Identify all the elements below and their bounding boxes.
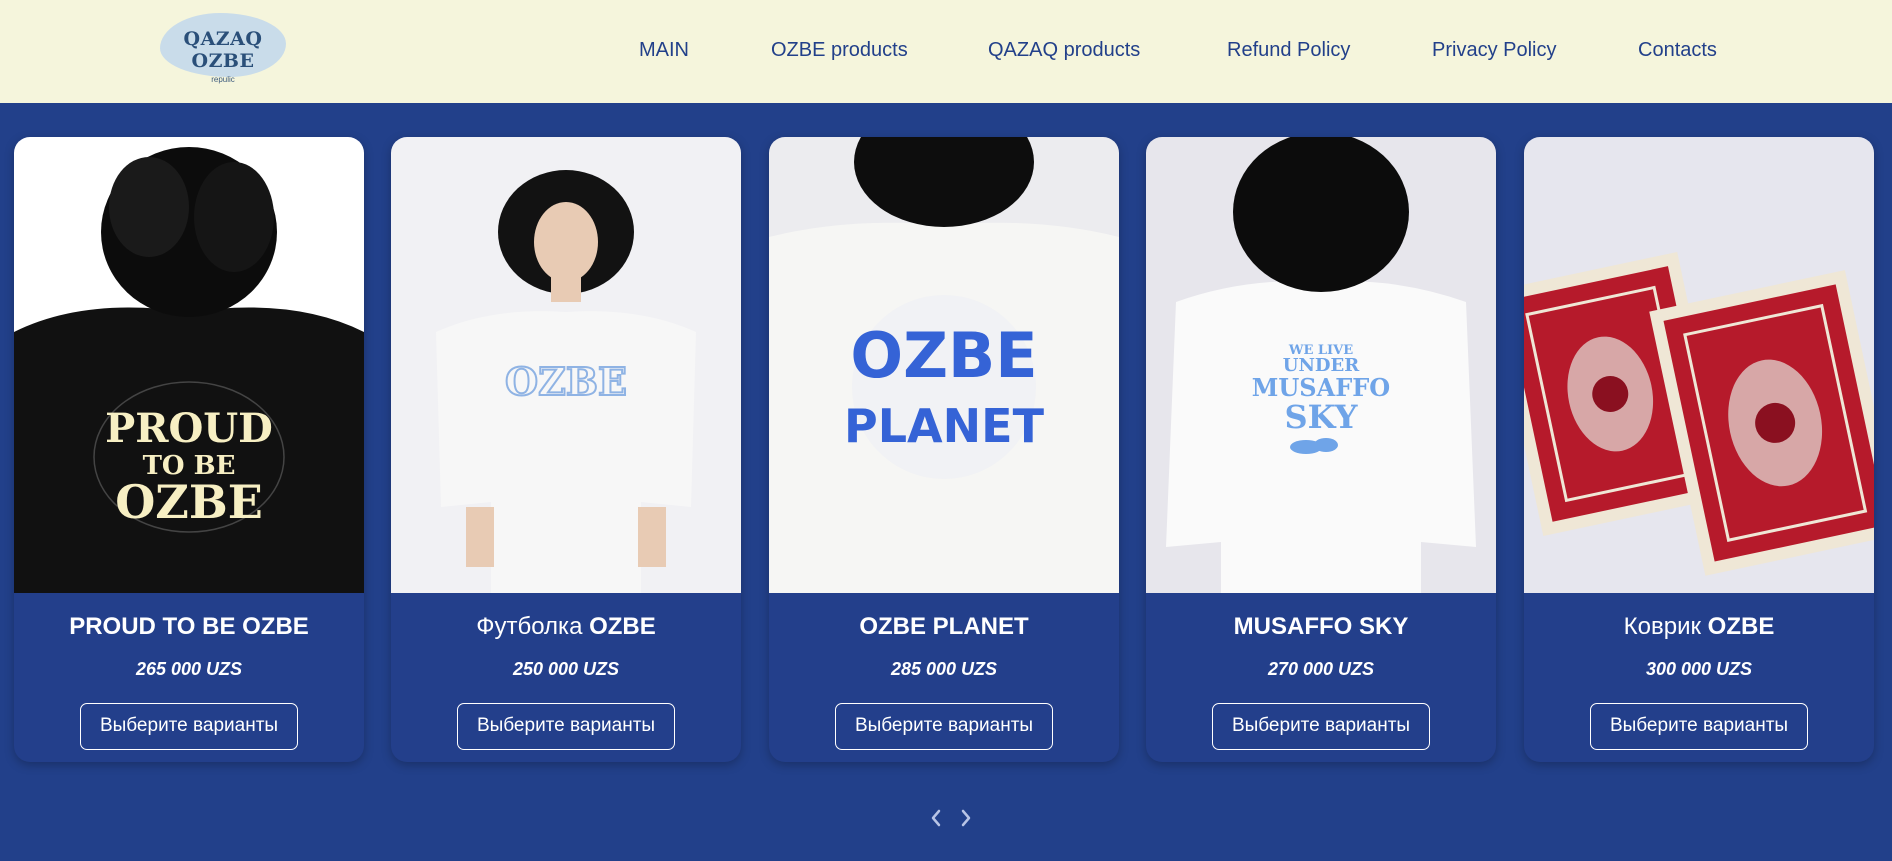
choose-options-label: Выберите варианты [99, 715, 279, 736]
product-image[interactable]: OZBE PLANET [769, 137, 1119, 593]
nav-item-contacts[interactable]: Contacts [1638, 39, 1717, 62]
product-image[interactable]: OZBE [391, 137, 741, 593]
nav-item-ozbe-products[interactable]: OZBE products [771, 39, 908, 62]
product-title[interactable]: MUSAFFO SKY [1146, 613, 1496, 641]
product-card-musaffo-sky[interactable]: WE LIVE UNDER MUSAFFO SKY MUSAFFO SKY 27… [1146, 137, 1496, 762]
choose-options-label: Выберите варианты [1231, 715, 1411, 736]
carousel-arrows [926, 806, 976, 830]
hair-shape [1233, 137, 1409, 292]
product-price: 300 000 UZS [1645, 659, 1753, 679]
product-card-futbolka-ozbe[interactable]: OZBE Футболка OZBE 250 000 UZS Выберите … [391, 137, 741, 762]
choose-options-button[interactable]: Выберите варианты [1590, 703, 1808, 750]
product-image[interactable] [1524, 137, 1874, 593]
choose-options-label: Выберите варианты [1609, 715, 1789, 736]
choose-options-label: Выберите варианты [476, 715, 656, 736]
print-line-1: OZBE [505, 359, 627, 404]
product-price: 285 000 UZS [890, 659, 998, 679]
nav-item-qazaq-products[interactable]: QAZAQ products [988, 39, 1140, 62]
choose-options-button[interactable]: Выберите варианты [80, 703, 298, 750]
product-title-bold: PROUD TO BE OZBE [69, 613, 309, 640]
product-title[interactable]: OZBE PLANET [769, 613, 1119, 641]
print-line-2: PLANET [844, 399, 1045, 453]
product-title-bold: MUSAFFO SKY [1233, 613, 1409, 640]
choose-options-label: Выберите варианты [854, 715, 1034, 736]
product-card-ozbe-planet[interactable]: OZBE PLANET OZBE PLANET 285 000 UZS Выбе… [769, 137, 1119, 762]
product-title-bold: OZBE [1707, 613, 1775, 640]
carousel-next-button[interactable] [956, 806, 976, 830]
nav-item-refund-policy[interactable]: Refund Policy [1227, 39, 1350, 62]
site-header: QAZAQ OZBE repulic MAIN OZBE products QA… [0, 0, 1892, 103]
print-line-1: PROUD [105, 405, 273, 452]
product-title[interactable]: Коврик OZBE [1524, 613, 1874, 641]
product-image[interactable]: WE LIVE UNDER MUSAFFO SKY [1146, 137, 1496, 593]
carousel-prev-button[interactable] [926, 806, 946, 830]
product-price: 270 000 UZS [1267, 659, 1375, 679]
product-image[interactable]: PROUD TO BE OZBE [14, 137, 364, 593]
chevron-right-icon [961, 809, 971, 827]
product-title-plain: Коврик [1623, 613, 1708, 640]
print-line-4: SKY [1285, 398, 1359, 436]
product-title[interactable]: PROUD TO BE OZBE [14, 613, 364, 641]
choose-options-button[interactable]: Выберите варианты [835, 703, 1053, 750]
product-title[interactable]: Футболка OZBE [391, 613, 741, 641]
print-line-1: OZBE [850, 319, 1037, 392]
product-price: 250 000 UZS [512, 659, 620, 679]
chevron-left-icon [931, 809, 941, 827]
nav-item-privacy-policy[interactable]: Privacy Policy [1432, 39, 1556, 62]
face-shape [534, 202, 598, 282]
product-title-bold: OZBE PLANET [859, 613, 1029, 640]
product-price: 265 000 UZS [135, 659, 243, 679]
nav-item-main[interactable]: MAIN [639, 39, 689, 62]
print-line-3: OZBE [115, 475, 263, 529]
product-title-plain: Футболка [476, 613, 590, 640]
product-card-proud-to-be-ozbe[interactable]: PROUD TO BE OZBE PROUD TO BE OZBE 265 00… [14, 137, 364, 762]
product-title-bold: OZBE [589, 613, 656, 640]
main-nav: MAIN OZBE products QAZAQ products Refund… [0, 0, 1892, 103]
choose-options-button[interactable]: Выберите варианты [1212, 703, 1430, 750]
choose-options-button[interactable]: Выберите варианты [457, 703, 675, 750]
product-card-kovrik-ozbe[interactable]: Коврик OZBE 300 000 UZS Выберите вариант… [1524, 137, 1874, 762]
